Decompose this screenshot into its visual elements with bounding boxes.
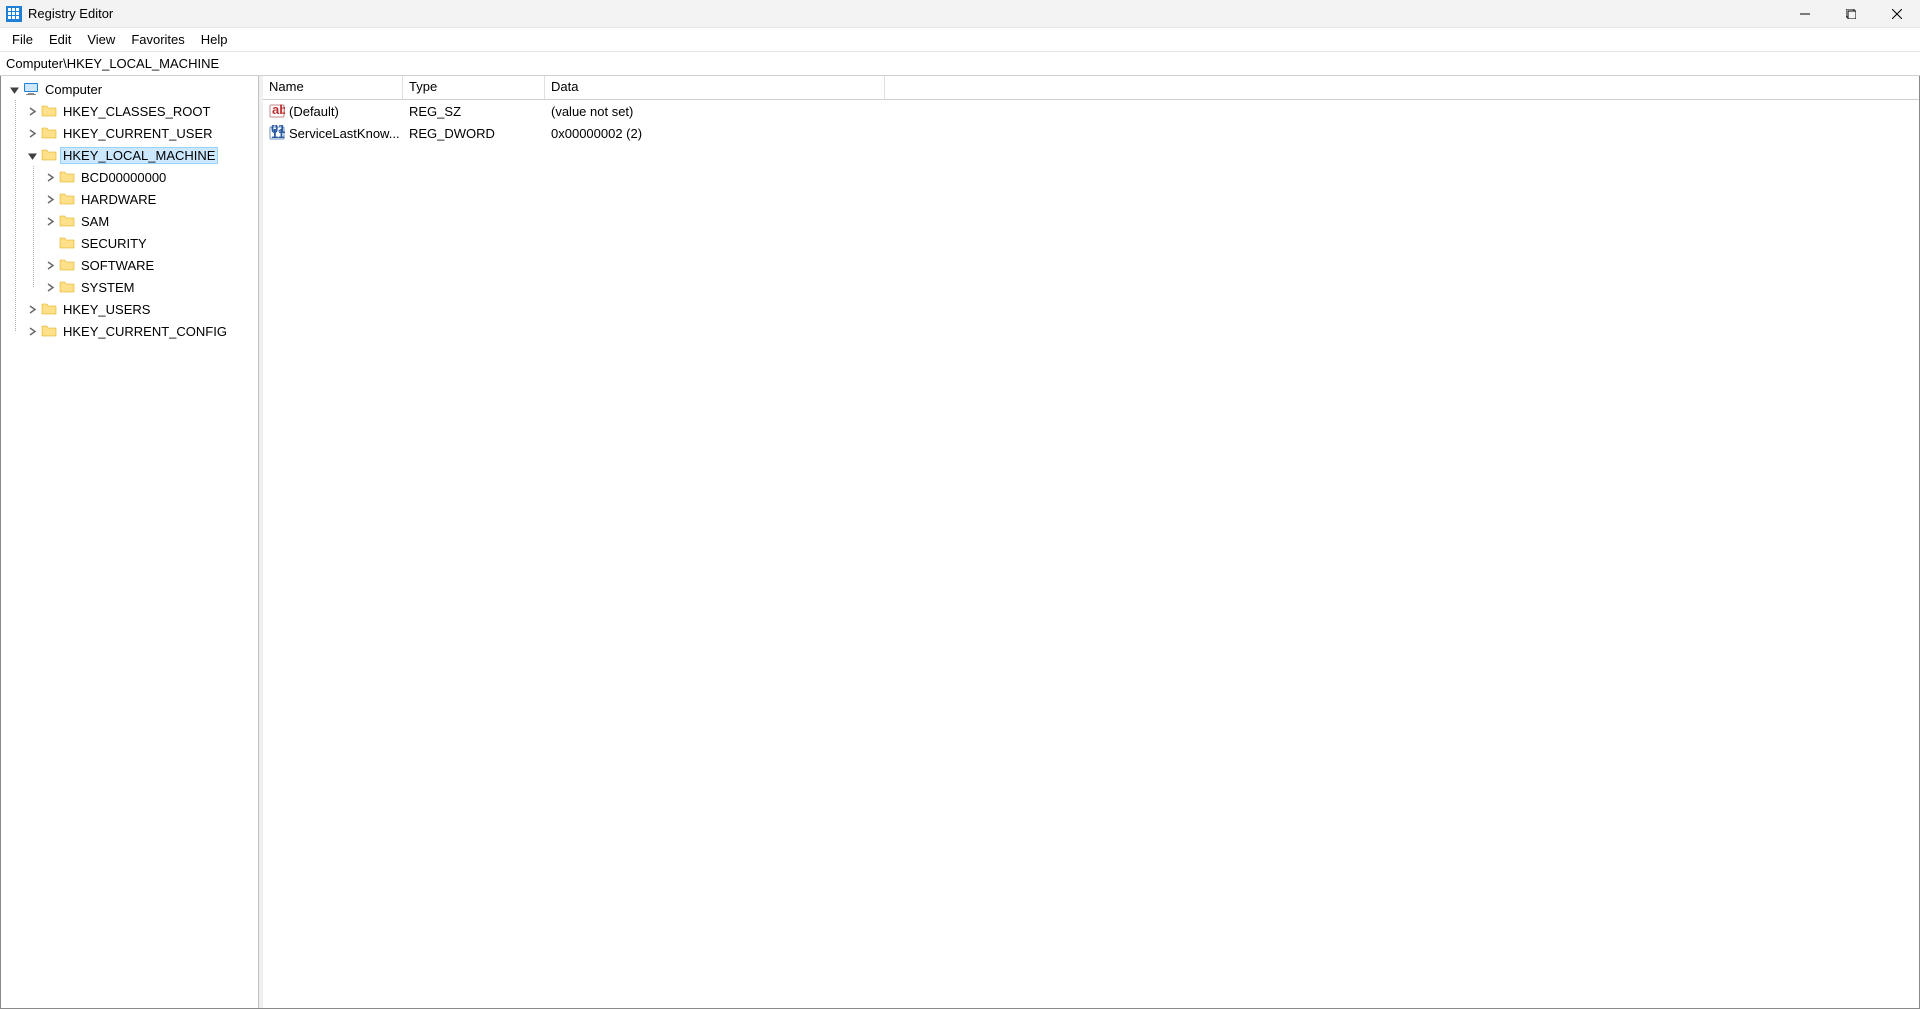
maximize-button[interactable] xyxy=(1828,0,1874,28)
tree-node-label: SOFTWARE xyxy=(79,258,156,273)
value-name: ServiceLastKnow... xyxy=(289,126,400,141)
tree-pane[interactable]: Computer HKEY_CLASSES_ROOT xyxy=(1,76,259,1008)
tree-node-label: HKEY_CURRENT_USER xyxy=(61,126,215,141)
svg-text:ab: ab xyxy=(272,103,285,117)
tree-node-label: BCD00000000 xyxy=(79,170,168,185)
title-bar: Registry Editor xyxy=(0,0,1920,28)
folder-icon xyxy=(59,257,75,273)
folder-icon xyxy=(41,301,57,317)
tree-node-label: Computer xyxy=(43,82,104,97)
chevron-right-icon[interactable] xyxy=(25,302,39,316)
tree-node-label: SECURITY xyxy=(79,236,149,251)
menu-favorites[interactable]: Favorites xyxy=(123,30,192,49)
tree-node-label: HKEY_CLASSES_ROOT xyxy=(61,104,212,119)
chevron-right-icon[interactable] xyxy=(43,258,57,272)
folder-icon xyxy=(41,103,57,119)
chevron-right-icon[interactable] xyxy=(25,324,39,338)
computer-icon xyxy=(23,81,39,97)
tree-node-hkcc[interactable]: HKEY_CURRENT_CONFIG xyxy=(25,320,258,342)
list-header: Name Type Data xyxy=(263,76,1919,100)
tree-node-label: HARDWARE xyxy=(79,192,158,207)
menu-edit[interactable]: Edit xyxy=(41,30,79,49)
values-pane[interactable]: Name Type Data ab (Default) REG_SZ (valu… xyxy=(263,76,1919,1008)
address-input[interactable] xyxy=(6,56,1914,71)
chevron-down-icon[interactable] xyxy=(7,82,21,96)
tree-node-label: HKEY_USERS xyxy=(61,302,152,317)
header-data[interactable]: Data xyxy=(545,76,885,99)
menu-file[interactable]: File xyxy=(4,30,41,49)
svg-text:110: 110 xyxy=(271,126,285,141)
value-data: 0x00000002 (2) xyxy=(545,126,885,141)
header-type[interactable]: Type xyxy=(403,76,545,99)
window-title: Registry Editor xyxy=(28,6,113,21)
menu-view[interactable]: View xyxy=(79,30,123,49)
tree-node-sam[interactable]: SAM xyxy=(43,210,258,232)
close-button[interactable] xyxy=(1874,0,1920,28)
tree-node-label: SYSTEM xyxy=(79,280,136,295)
folder-icon xyxy=(59,191,75,207)
chevron-down-icon[interactable] xyxy=(25,148,39,162)
tree-node-hkcu[interactable]: HKEY_CURRENT_USER xyxy=(25,122,258,144)
tree-node-label: SAM xyxy=(79,214,111,229)
chevron-right-icon[interactable] xyxy=(43,280,57,294)
tree-node-bcd[interactable]: BCD00000000 xyxy=(43,166,258,188)
chevron-right-icon[interactable] xyxy=(25,104,39,118)
tree-node-software[interactable]: SOFTWARE xyxy=(43,254,258,276)
address-bar xyxy=(0,52,1920,76)
value-name: (Default) xyxy=(289,104,339,119)
app-icon xyxy=(6,6,22,22)
value-row[interactable]: ab (Default) REG_SZ (value not set) xyxy=(263,100,1919,122)
folder-icon xyxy=(59,213,75,229)
main-area: Computer HKEY_CLASSES_ROOT xyxy=(0,76,1920,1009)
tree-node-system[interactable]: SYSTEM xyxy=(43,276,258,298)
value-data: (value not set) xyxy=(545,104,885,119)
minimize-button[interactable] xyxy=(1782,0,1828,28)
folder-icon xyxy=(59,279,75,295)
folder-icon xyxy=(59,235,75,251)
chevron-right-icon[interactable] xyxy=(43,192,57,206)
tree-node-hardware[interactable]: HARDWARE xyxy=(43,188,258,210)
string-value-icon: ab xyxy=(269,103,285,119)
folder-icon xyxy=(41,323,57,339)
header-name[interactable]: Name xyxy=(263,76,403,99)
chevron-right-icon[interactable] xyxy=(43,214,57,228)
folder-icon xyxy=(41,147,57,163)
tree-node-hkcr[interactable]: HKEY_CLASSES_ROOT xyxy=(25,100,258,122)
tree-node-security[interactable]: SECURITY xyxy=(43,232,258,254)
value-row[interactable]: 011110 ServiceLastKnow... REG_DWORD 0x00… xyxy=(263,122,1919,144)
menu-help[interactable]: Help xyxy=(193,30,236,49)
folder-icon xyxy=(59,169,75,185)
value-type: REG_DWORD xyxy=(403,126,545,141)
menu-bar: File Edit View Favorites Help xyxy=(0,28,1920,52)
tree-node-hklm[interactable]: HKEY_LOCAL_MACHINE xyxy=(25,144,258,166)
tree-node-label: HKEY_LOCAL_MACHINE xyxy=(61,148,217,163)
binary-value-icon: 011110 xyxy=(269,125,285,141)
tree-node-computer[interactable]: Computer xyxy=(7,78,258,100)
chevron-right-icon[interactable] xyxy=(43,170,57,184)
tree-node-hku[interactable]: HKEY_USERS xyxy=(25,298,258,320)
chevron-right-icon[interactable] xyxy=(25,126,39,140)
value-type: REG_SZ xyxy=(403,104,545,119)
folder-icon xyxy=(41,125,57,141)
tree-node-label: HKEY_CURRENT_CONFIG xyxy=(61,324,229,339)
